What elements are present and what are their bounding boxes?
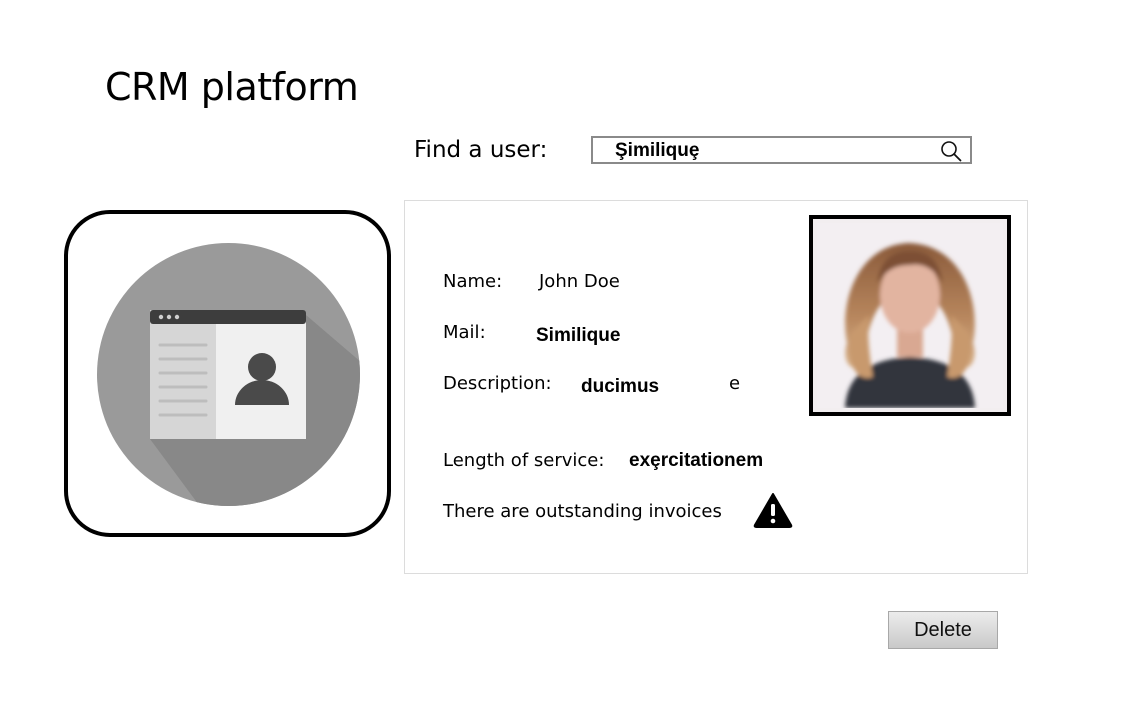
user-photo [817, 223, 1003, 408]
name-value: John Doe [539, 271, 620, 292]
page-title: CRM platform [105, 65, 359, 109]
name-label: Name: [443, 271, 503, 292]
delete-button[interactable]: Delete [888, 611, 998, 649]
description-value: ducimus [581, 376, 660, 397]
search-box[interactable] [591, 136, 972, 164]
profile-icon-frame [64, 210, 391, 537]
service-label: Length of service: [443, 450, 605, 471]
search-label: Find a user: [414, 137, 548, 163]
contact-card-icon [97, 243, 360, 506]
search-icon[interactable] [940, 140, 962, 162]
description-trailing-text: e [729, 373, 741, 394]
user-details-card: Name: John Doe Mail: Similique Descripti… [404, 200, 1028, 574]
user-photo-frame [809, 215, 1011, 416]
search-input[interactable] [615, 141, 935, 161]
mail-value: Similique [536, 325, 621, 346]
service-value: exȩrcitationem [629, 450, 764, 471]
invoice-notice: There are outstanding invoices [443, 501, 722, 522]
mail-label: Mail: [443, 322, 486, 343]
warning-icon [753, 492, 793, 528]
description-label: Description: [443, 373, 552, 394]
